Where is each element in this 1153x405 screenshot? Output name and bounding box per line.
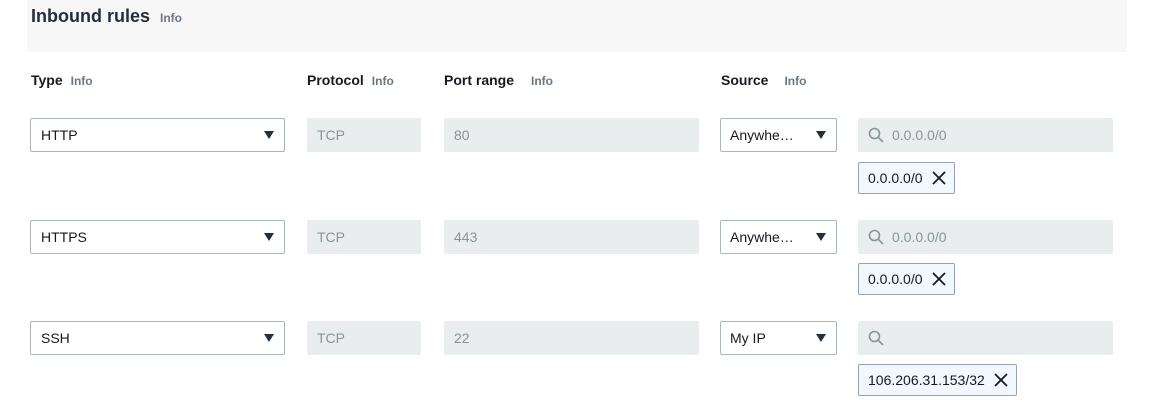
rule-type-select[interactable]: SSH [30, 321, 285, 355]
cidr-token-value: 106.206.31.153/32 [868, 372, 985, 388]
inbound-rules-panel: Inbound rules Info Type Info Protocol Info… [0, 0, 1153, 405]
rule-port-range-field: 443 [444, 220, 699, 254]
column-header-port-range: Port range Info [444, 72, 553, 88]
rule-type-value: SSH [41, 330, 70, 346]
section-info-link[interactable]: Info [160, 11, 182, 25]
cidr-token: 0.0.0.0/0 [858, 162, 955, 194]
search-icon [868, 229, 884, 245]
search-icon [868, 330, 884, 346]
rule-type-value: HTTPS [41, 229, 87, 245]
column-label-protocol: Protocol [307, 72, 364, 88]
rule-source-value: My IP [730, 330, 766, 346]
section-header: Inbound rules Info [27, 0, 1127, 52]
cidr-search-input[interactable]: 0.0.0.0/0 [858, 220, 1113, 254]
type-info-link[interactable]: Info [71, 74, 93, 88]
rule-source-select[interactable]: Anywhe… [720, 220, 837, 254]
search-icon [868, 127, 884, 143]
column-header-source: Source Info [721, 72, 806, 88]
cidr-search-input[interactable]: 0.0.0.0/0 [858, 118, 1113, 152]
column-label-type: Type [31, 72, 63, 88]
caret-down-icon [264, 131, 274, 139]
caret-down-icon [816, 334, 826, 342]
rule-type-select[interactable]: HTTPS [30, 220, 285, 254]
rule-protocol-field: TCP [307, 321, 421, 355]
section-title: Inbound rules [31, 6, 150, 26]
cidr-token: 0.0.0.0/0 [858, 263, 955, 295]
caret-down-icon [264, 334, 274, 342]
caret-down-icon [816, 131, 826, 139]
caret-down-icon [264, 233, 274, 241]
rule-port-range-field: 80 [444, 118, 699, 152]
rule-type-select[interactable]: HTTP [30, 118, 285, 152]
column-label-port-range: Port range [444, 72, 515, 88]
rule-source-select[interactable]: Anywhe… [720, 118, 837, 152]
column-header-protocol: Protocol Info [307, 72, 394, 88]
cidr-token: 106.206.31.153/32 [858, 364, 1017, 396]
rule-protocol-field: TCP [307, 220, 421, 254]
protocol-info-link[interactable]: Info [372, 74, 394, 88]
caret-down-icon [816, 233, 826, 241]
column-header-type: Type Info [31, 72, 93, 88]
rule-source-select[interactable]: My IP [720, 321, 837, 355]
cidr-token-value: 0.0.0.0/0 [868, 271, 923, 287]
close-icon[interactable] [931, 272, 946, 286]
cidr-search-placeholder: 0.0.0.0/0 [892, 127, 947, 143]
rule-protocol-field: TCP [307, 118, 421, 152]
cidr-search-input[interactable] [858, 321, 1113, 355]
cidr-search-placeholder: 0.0.0.0/0 [892, 229, 947, 245]
cidr-token-value: 0.0.0.0/0 [868, 170, 923, 186]
close-icon[interactable] [994, 373, 1008, 387]
source-info-link[interactable]: Info [784, 74, 806, 88]
rule-source-value: Anywhe… [730, 229, 794, 245]
rule-port-range-field: 22 [444, 321, 699, 355]
rule-type-value: HTTP [41, 127, 78, 143]
close-icon[interactable] [931, 171, 946, 185]
port-range-info-link[interactable]: Info [531, 74, 553, 88]
column-label-source: Source [721, 72, 769, 88]
rule-source-value: Anywhe… [730, 127, 794, 143]
